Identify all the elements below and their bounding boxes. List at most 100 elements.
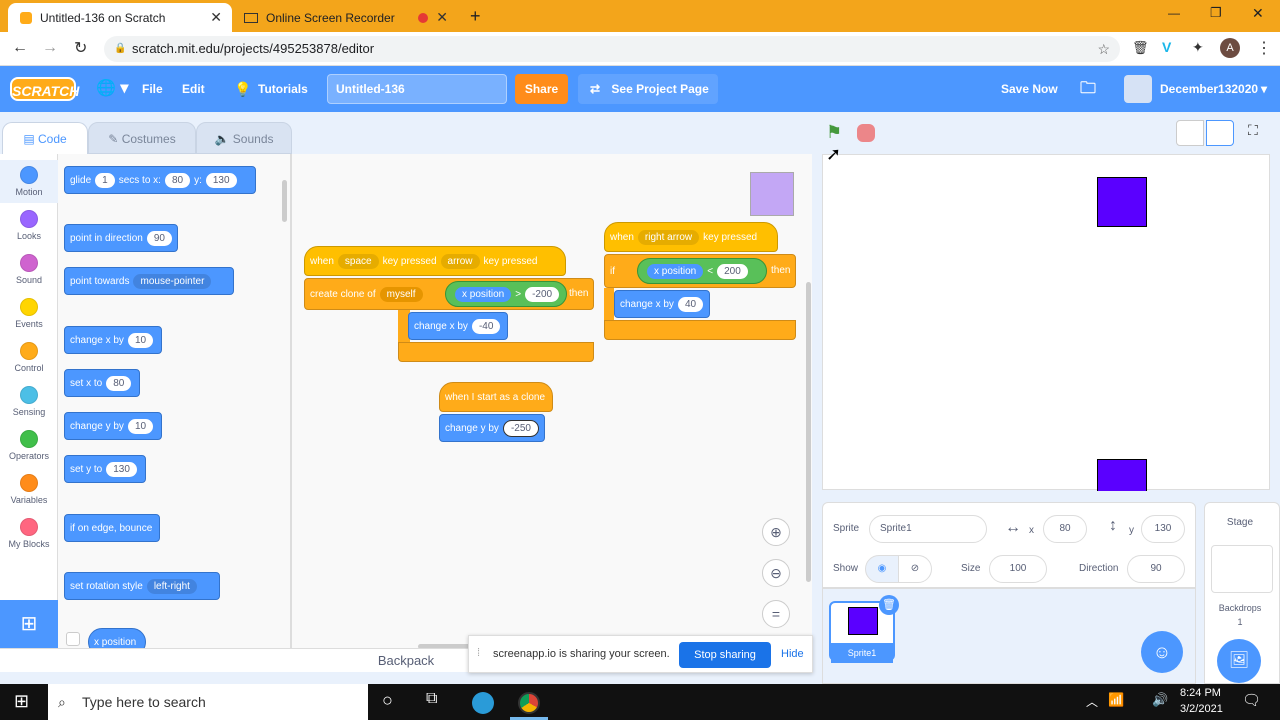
extensions-puzzle-icon[interactable]: ✦ [1192,39,1204,56]
file-menu[interactable]: File [142,66,163,112]
see-project-page-button[interactable]: ⇄ See Project Page [578,74,718,104]
close-tab-icon[interactable]: ✕ [210,9,222,26]
my-stuff-folder-icon[interactable]: 🗀 [1080,66,1096,112]
stage-thumbnail[interactable] [1211,545,1273,593]
palette-scrollbar[interactable] [282,180,287,222]
block-input[interactable]: -250 [502,419,539,437]
create-clone-block[interactable]: create clone of myself x position > -200 th… [304,278,594,310]
block-dropdown[interactable]: space [337,253,379,269]
zoom-in-button[interactable]: ⊕ [762,518,790,546]
show-hidden-button[interactable]: ⊘ [898,555,932,583]
category-looks[interactable]: Looks [0,210,58,241]
zoom-reset-button[interactable]: = [762,600,790,628]
y-input[interactable]: 130 [1141,515,1185,543]
chrome-icon[interactable] [518,692,540,714]
block-dropdown[interactable]: mouse-pointer [133,273,212,289]
category-events[interactable]: Events [0,298,58,329]
tab-sounds[interactable]: 🔈 Sounds [196,122,292,154]
delete-sprite-icon[interactable]: 🗑 [879,595,899,615]
stop-sharing-button[interactable]: Stop sharing [679,642,771,668]
clock-time[interactable]: 8:24 PM [1180,687,1221,699]
if-then-block[interactable]: if x position <200 then [604,254,796,288]
tutorials-menu[interactable]: Tutorials [258,66,308,112]
new-tab-icon[interactable]: + [470,6,481,27]
drag-handle-icon[interactable]: ⁞ [477,647,480,659]
point-in-direction-block[interactable]: point in direction 90 [64,224,178,252]
tray-chevron-icon[interactable]: ︿ [1086,693,1098,710]
block-input[interactable]: -200 [525,286,560,302]
edit-menu[interactable]: Edit [182,66,205,112]
vimeo-extension-icon[interactable]: V [1162,39,1171,55]
add-sprite-button[interactable]: ☺ [1141,631,1183,673]
project-title-input[interactable]: Untitled-136 [327,74,507,104]
browser-tab-recorder[interactable]: Online Screen Recorder ✕ [234,3,458,32]
show-visible-button[interactable]: ◉ [865,555,899,583]
set-y-block[interactable]: set y to 130 [64,455,146,483]
window-close-icon[interactable]: ✕ [1252,5,1264,22]
globe-icon[interactable]: 🌐 ▾ [96,66,128,112]
browser-tab-scratch[interactable]: Untitled-136 on Scratch ✕ [8,3,232,32]
tab-code[interactable]: ▤ Code [2,122,88,154]
block-input[interactable]: 90 [146,230,172,246]
stop-icon[interactable] [857,124,875,142]
url-input[interactable]: 🔒 scratch.mit.edu/projects/495253878/edi… [104,36,1120,62]
x-position-reporter[interactable]: x position [88,628,146,650]
category-motion[interactable]: Motion [0,160,58,203]
scratch-logo[interactable]: SCRATCH [10,77,79,101]
stage-canvas[interactable] [822,154,1270,491]
minimize-icon[interactable]: — [1168,6,1180,20]
profile-avatar[interactable]: A [1220,38,1240,58]
forward-icon[interactable]: → [42,39,58,57]
sprite-square[interactable] [1097,177,1147,227]
block-input[interactable]: 80 [106,375,132,391]
less-than-operator[interactable]: x position <200 [637,258,767,284]
block-dropdown[interactable]: myself [379,286,423,302]
add-backdrop-button[interactable]: 🖼 [1217,639,1261,683]
direction-input[interactable]: 90 [1127,555,1185,583]
block-dropdown[interactable]: left-right [146,578,197,594]
script-scrollbar-vertical[interactable] [806,282,811,582]
block-input[interactable]: -40 [471,318,501,334]
maximize-icon[interactable]: ❐ [1210,5,1222,21]
script-area[interactable]: when space key pressed arrow key pressed cre… [291,154,812,650]
save-now-button[interactable]: Save Now [1001,66,1058,112]
change-x-block[interactable]: change x by -40 [408,312,508,340]
bookmark-star-icon[interactable]: ☆ [1097,36,1110,62]
edge-icon[interactable] [472,692,494,714]
when-right-arrow-hat[interactable]: when right arrow key pressed [604,222,778,252]
speaker-icon[interactable]: 🔊 [1152,692,1168,708]
category-operators[interactable]: Operators [0,430,58,461]
close-tab-icon[interactable]: ✕ [436,9,448,26]
block-input[interactable]: 1 [95,172,115,188]
green-flag-icon[interactable]: ⚑ [826,122,842,143]
block-dropdown[interactable]: right arrow [637,229,700,245]
user-avatar[interactable] [1124,75,1152,103]
block-input[interactable]: 40 [677,296,704,312]
category-sound[interactable]: Sound [0,254,58,285]
category-control[interactable]: Control [0,342,58,373]
stage-select-panel[interactable]: Stage Backdrops 1 🖼 [1204,502,1280,684]
small-stage-icon[interactable] [1176,120,1204,146]
block-input[interactable]: 10 [127,418,154,434]
reload-icon[interactable]: ↻ [74,38,87,58]
change-y-block[interactable]: change y by -250 [439,414,545,442]
when-key-pressed-hat[interactable]: when space key pressed arrow key pressed [304,246,566,276]
tab-costumes[interactable]: ✎ Costumes [88,122,196,154]
checkbox-xpos[interactable] [66,632,80,646]
share-button[interactable]: Share [515,74,568,104]
trash-extension-icon[interactable]: 🗑 [1132,40,1149,56]
block-input[interactable]: 130 [106,461,137,477]
block-dropdown[interactable]: arrow [440,253,480,269]
task-view-icon[interactable]: ⧉ [426,690,437,708]
category-my-blocks[interactable]: My Blocks [0,518,58,549]
block-input[interactable]: 10 [127,332,154,348]
sprite-name-input[interactable]: Sprite1 [869,515,987,543]
hide-button[interactable]: Hide [781,648,804,660]
block-input[interactable]: 80 [164,172,191,188]
point-towards-block[interactable]: point towards mouse-pointer [64,267,234,295]
block-input[interactable]: 200 [717,263,748,279]
size-input[interactable]: 100 [989,555,1047,583]
clock-date[interactable]: 3/2/2021 [1180,703,1223,715]
bounce-block[interactable]: if on edge, bounce [64,514,160,542]
browser-menu-icon[interactable]: ⋮ [1256,38,1272,58]
